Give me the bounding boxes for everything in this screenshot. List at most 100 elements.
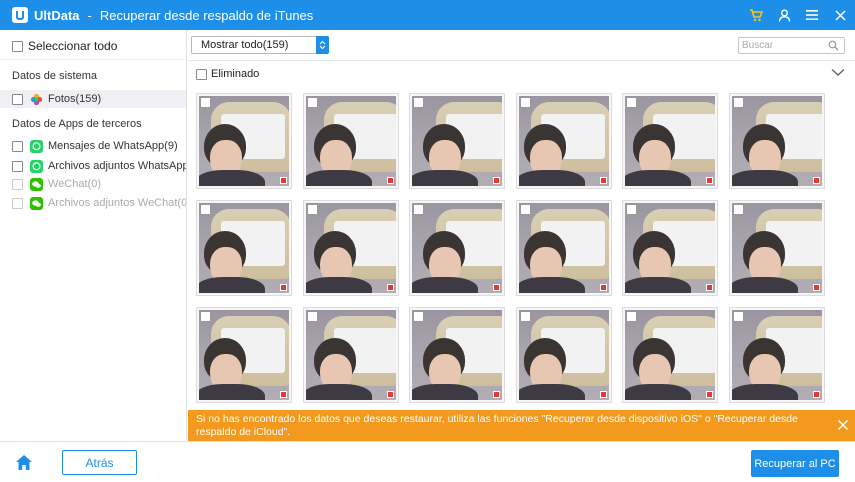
photo-checkbox[interactable] <box>413 204 424 215</box>
photo-thumbnail[interactable] <box>302 200 399 296</box>
deleted-badge-icon <box>599 391 607 398</box>
back-button[interactable]: Atrás <box>62 450 137 475</box>
photo-checkbox[interactable] <box>626 204 637 215</box>
photo-checkbox[interactable] <box>626 97 637 108</box>
deleted-badge-icon <box>280 284 287 291</box>
photo-thumbnail[interactable] <box>302 93 399 189</box>
search-input[interactable]: Buscar <box>738 37 845 54</box>
photo-checkbox[interactable] <box>519 97 531 108</box>
photo-thumbnail[interactable] <box>515 307 612 403</box>
deleted-badge-icon <box>599 177 607 184</box>
photos-icon <box>30 93 43 106</box>
photo-grid <box>188 86 855 410</box>
photo-image <box>412 310 502 400</box>
photo-checkbox[interactable] <box>200 311 211 322</box>
photo-checkbox[interactable] <box>732 97 744 108</box>
photo-checkbox[interactable] <box>200 204 211 215</box>
sidebar-item-whatsapp-attachments[interactable]: Archivos adjuntos WhatsApp(...) <box>0 157 186 175</box>
photo-thumbnail[interactable] <box>302 307 399 403</box>
whatsapp-attachments-checkbox[interactable] <box>12 160 23 172</box>
select-all-box[interactable] <box>12 40 23 52</box>
photo-checkbox[interactable] <box>306 204 318 215</box>
photo-checkbox[interactable] <box>306 311 318 322</box>
sidebar-item-label: Fotos(159) <box>48 93 102 105</box>
deleted-badge-icon <box>493 284 500 291</box>
search-placeholder: Buscar <box>742 40 774 51</box>
select-all-checkbox[interactable]: Seleccionar todo <box>12 39 117 53</box>
deleted-badge-icon <box>493 391 500 398</box>
photo-image <box>305 96 396 186</box>
filter-select[interactable]: Mostrar todo(159) <box>191 36 329 54</box>
third-party-section-label: Datos de Apps de terceros <box>12 118 142 130</box>
deleted-filter-checkbox[interactable]: Eliminado <box>196 68 259 80</box>
photo-thumbnail[interactable] <box>196 307 292 403</box>
photo-image <box>518 96 609 186</box>
photo-checkbox[interactable] <box>519 204 531 215</box>
photo-image <box>412 96 502 186</box>
sidebar-item-label: Archivos adjuntos WhatsApp(...) <box>48 160 186 172</box>
photo-thumbnail[interactable] <box>515 200 612 296</box>
photo-image <box>305 203 396 293</box>
sidebar-item-photos[interactable]: Fotos(159) <box>0 90 186 108</box>
photo-thumbnail[interactable] <box>515 93 612 189</box>
photo-image <box>625 96 715 186</box>
deleted-badge-icon <box>706 177 713 184</box>
user-icon[interactable] <box>777 8 791 22</box>
deleted-filter-row: Eliminado <box>188 62 855 86</box>
close-icon[interactable] <box>837 419 849 431</box>
title-bar: UltData - Recuperar desde respaldo de iT… <box>0 0 855 30</box>
photo-thumbnail[interactable] <box>409 307 505 403</box>
photo-image <box>625 203 715 293</box>
close-icon[interactable] <box>833 8 847 22</box>
photo-thumbnail[interactable] <box>728 200 825 296</box>
deleted-badge-icon <box>493 177 500 184</box>
deleted-badge-icon <box>706 391 713 398</box>
photo-thumbnail[interactable] <box>622 93 718 189</box>
deleted-badge-icon <box>706 284 713 291</box>
photo-checkbox[interactable] <box>306 97 318 108</box>
chevron-updown-icon[interactable] <box>316 36 329 54</box>
photo-checkbox[interactable] <box>200 97 211 108</box>
bottom-bar: Atrás Recuperar al PC <box>0 441 855 482</box>
menu-icon[interactable] <box>805 8 819 22</box>
filter-select-value: Mostrar todo(159) <box>201 39 289 51</box>
deleted-checkbox[interactable] <box>196 68 207 80</box>
title-separator: - <box>87 7 92 23</box>
photos-checkbox[interactable] <box>12 93 23 105</box>
info-notice: Si no has encontrado los datos que desea… <box>188 410 855 441</box>
photo-checkbox[interactable] <box>732 311 744 322</box>
cart-icon[interactable] <box>749 8 763 22</box>
photo-image <box>199 96 289 186</box>
recover-to-pc-button[interactable]: Recuperar al PC <box>751 450 839 477</box>
photo-checkbox[interactable] <box>626 311 637 322</box>
photo-checkbox[interactable] <box>732 204 744 215</box>
photo-thumbnail[interactable] <box>196 200 292 296</box>
content-toolbar: Mostrar todo(159) Buscar <box>188 30 855 61</box>
whatsapp-messages-checkbox[interactable] <box>12 140 23 152</box>
app-name: UltData <box>34 7 80 23</box>
app-logo-icon <box>12 7 28 23</box>
photo-thumbnail[interactable] <box>196 93 292 189</box>
photo-thumbnail[interactable] <box>622 200 718 296</box>
sidebar-item-wechat: WeChat(0) <box>0 175 186 193</box>
deleted-label: Eliminado <box>211 68 260 80</box>
chevron-down-icon[interactable] <box>831 68 845 78</box>
sidebar-item-wechat-attachments: Archivos adjuntos WeChat(0) <box>0 194 186 212</box>
photo-thumbnail[interactable] <box>409 93 505 189</box>
whatsapp-icon <box>30 139 43 153</box>
photo-checkbox[interactable] <box>519 311 531 322</box>
divider <box>0 59 186 60</box>
photo-checkbox[interactable] <box>413 311 424 322</box>
photo-thumbnail[interactable] <box>622 307 718 403</box>
home-icon[interactable] <box>15 454 33 471</box>
photo-thumbnail[interactable] <box>409 200 505 296</box>
search-icon[interactable] <box>828 40 839 51</box>
photo-thumbnail[interactable] <box>728 307 825 403</box>
deleted-badge-icon <box>280 177 287 184</box>
sidebar-item-label: WeChat(0) <box>48 178 101 190</box>
photo-image <box>199 310 289 400</box>
photo-thumbnail[interactable] <box>728 93 825 189</box>
photo-image <box>731 203 822 293</box>
photo-checkbox[interactable] <box>413 97 424 108</box>
sidebar-item-whatsapp-messages[interactable]: Mensajes de WhatsApp(9) <box>0 137 186 155</box>
